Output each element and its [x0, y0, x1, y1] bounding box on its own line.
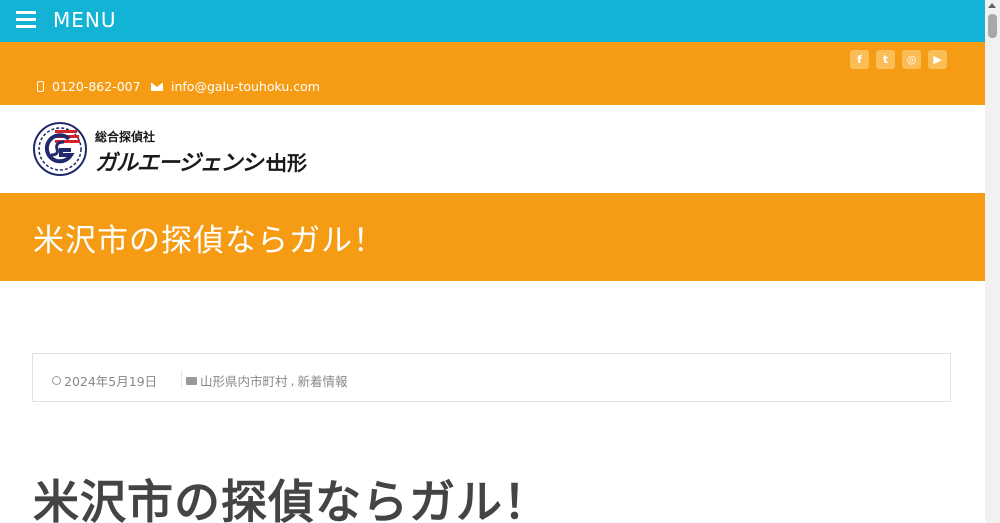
post-date[interactable]: 2024年5月19日: [52, 371, 157, 390]
vertical-scrollbar[interactable]: [985, 0, 1000, 523]
twitter-icon[interactable]: t: [876, 50, 895, 69]
logo-subtitle[interactable]: 総合探偵社: [95, 128, 155, 145]
title-banner: 米沢市の探偵ならガル！: [0, 193, 985, 281]
mail-icon: [151, 82, 163, 91]
article-title: 米沢市の探偵ならガル！: [33, 475, 550, 523]
clock-icon: [52, 376, 61, 385]
contact-email[interactable]: info@galu-touhoku.com: [151, 79, 320, 94]
top-menu-bar: MENU: [0, 0, 985, 42]
page: MENU f t ◎ ▶ 0120-862-007 info@galu-touh…: [0, 0, 985, 523]
phone-number: 0120-862-007: [52, 79, 141, 94]
facebook-icon[interactable]: f: [850, 50, 869, 69]
hamburger-menu-icon[interactable]: [16, 11, 36, 29]
category-separator: ,: [290, 373, 295, 388]
post-categories: 山形県内市町村, 新着情報: [186, 371, 348, 390]
logo-bar: 総合探偵社 ガルエージェンシー 山形: [0, 105, 985, 193]
post-meta-box: 2024年5月19日 山形県内市町村, 新着情報: [32, 353, 951, 402]
banner-title: 米沢市の探偵ならガル！: [33, 223, 385, 259]
youtube-icon[interactable]: ▶: [928, 50, 947, 69]
meta-divider: [181, 370, 182, 388]
logo-company-name[interactable]: ガルエージェンシー: [95, 145, 285, 177]
email-address: info@galu-touhoku.com: [171, 79, 320, 94]
folder-icon: [186, 376, 197, 385]
post-date-text: 2024年5月19日: [64, 374, 158, 389]
category-link-news[interactable]: 新着情報: [298, 371, 348, 390]
scroll-up-arrow-icon[interactable]: [988, 3, 996, 8]
company-emblem-icon[interactable]: [33, 122, 87, 176]
scrollbar-thumb[interactable]: [988, 14, 997, 38]
contact-bar: f t ◎ ▶ 0120-862-007 info@galu-touhoku.c…: [0, 42, 985, 105]
phone-icon: [37, 81, 44, 92]
menu-label[interactable]: MENU: [53, 8, 117, 32]
social-links: f t ◎ ▶: [850, 50, 947, 69]
contact-phone[interactable]: 0120-862-007: [37, 79, 141, 94]
logo-place-name[interactable]: 山形: [267, 147, 307, 176]
instagram-icon[interactable]: ◎: [902, 50, 921, 69]
category-link-yamagata[interactable]: 山形県内市町村: [200, 371, 288, 390]
